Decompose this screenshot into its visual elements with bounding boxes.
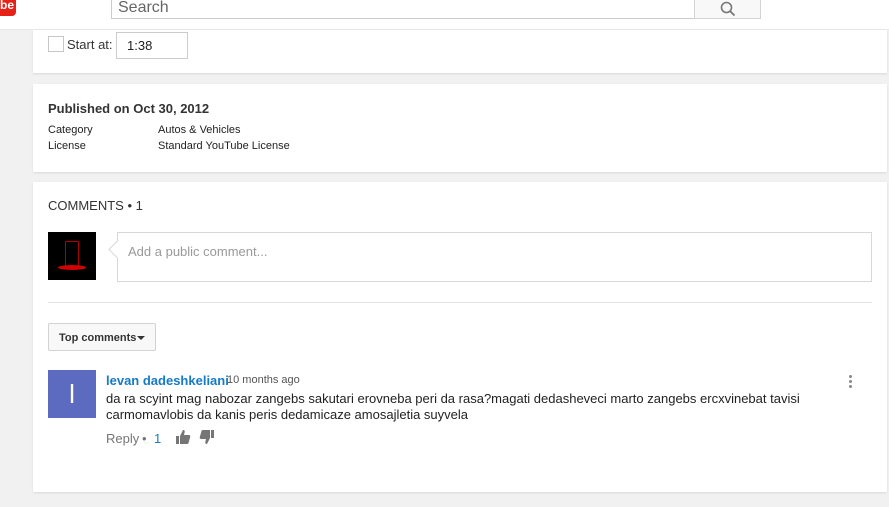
license-value: Standard YouTube License — [158, 140, 290, 152]
current-user-avatar — [48, 232, 96, 280]
start-at-label: Start at: — [67, 37, 113, 52]
youtube-logo[interactable]: be — [0, 0, 16, 16]
reply-button[interactable]: Reply — [106, 431, 139, 446]
divider — [48, 302, 872, 303]
share-options-card: Start at: 1:38 — [33, 30, 887, 73]
published-date: Published on Oct 30, 2012 — [48, 101, 210, 116]
more-vert-icon[interactable] — [848, 375, 854, 391]
comment-author-name[interactable]: levan dadeshkeliani — [106, 373, 229, 388]
thumbs-down-icon[interactable] — [199, 429, 215, 445]
search-button[interactable] — [694, 0, 761, 19]
comment-timestamp[interactable]: 10 months ago — [227, 374, 300, 386]
video-details-card: Published on Oct 30, 2012 Category Autos… — [33, 84, 887, 172]
like-count: 1 — [154, 431, 162, 446]
license-key: License — [48, 140, 86, 152]
sort-comments-button[interactable]: Top comments — [48, 323, 156, 351]
thumbs-up-icon[interactable] — [175, 429, 191, 445]
avatar-glow-shape — [58, 265, 86, 270]
separator-dot: • — [142, 431, 147, 446]
comments-card: COMMENTS • 1 Add a public comment... Top… — [33, 182, 887, 492]
masthead: be Search — [0, 0, 889, 30]
comments-header: COMMENTS • 1 — [48, 198, 143, 213]
category-value[interactable]: Autos & Vehicles — [158, 124, 241, 136]
search-icon — [720, 1, 736, 17]
comment-input[interactable]: Add a public comment... — [117, 232, 872, 282]
sort-comments-label: Top comments — [59, 332, 137, 344]
comment-author-avatar[interactable]: l — [48, 370, 96, 418]
comment-text: da ra scyint mag nabozar zangebs sakutar… — [106, 391, 800, 422]
caret-down-icon — [137, 336, 145, 340]
category-key: Category — [48, 124, 93, 136]
start-at-input[interactable]: 1:38 — [116, 32, 188, 59]
start-at-checkbox[interactable] — [48, 36, 64, 52]
avatar-door-shape — [65, 241, 79, 267]
search-input[interactable]: Search — [111, 0, 695, 19]
